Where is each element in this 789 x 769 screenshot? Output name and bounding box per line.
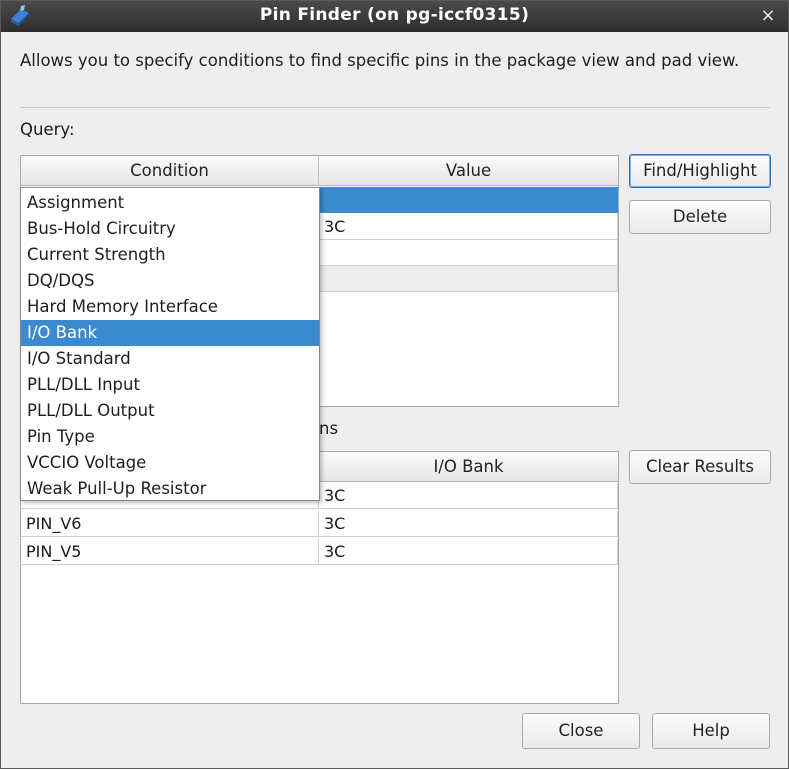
condition-dropdown-list[interactable]: Assignment Bus-Hold Circuitry Current St… xyxy=(20,187,320,501)
clear-results-button[interactable]: Clear Results xyxy=(629,450,771,484)
condition-column-header[interactable]: Condition xyxy=(21,156,319,186)
window-title: Pin Finder (on pg-iccf0315) xyxy=(259,5,530,25)
dropdown-option-bus-hold-circuitry[interactable]: Bus-Hold Circuitry xyxy=(21,216,319,242)
results-row-bank[interactable]: 3C xyxy=(319,539,618,565)
query-row-value[interactable] xyxy=(319,240,618,266)
dropdown-option-pin-type[interactable]: Pin Type xyxy=(21,424,319,450)
results-row-bank[interactable]: 3C xyxy=(319,511,618,537)
dropdown-option-pll-dll-input[interactable]: PLL/DLL Input xyxy=(21,372,319,398)
results-row-pin[interactable]: PIN_V5 xyxy=(21,539,319,565)
query-row-value[interactable] xyxy=(319,266,618,292)
dropdown-option-dq-dqs[interactable]: DQ/DQS xyxy=(21,268,319,294)
results-row-pin[interactable]: PIN_V6 xyxy=(21,511,319,537)
help-button[interactable]: Help xyxy=(652,713,770,749)
dropdown-option-io-bank[interactable]: I/O Bank xyxy=(21,320,319,346)
query-label: Query: xyxy=(20,120,75,139)
dropdown-option-assignment[interactable]: Assignment xyxy=(21,190,319,216)
close-button[interactable]: Close xyxy=(522,713,640,749)
dropdown-option-current-strength[interactable]: Current Strength xyxy=(21,242,319,268)
dropdown-option-vccio-voltage[interactable]: VCCIO Voltage xyxy=(21,450,319,476)
separator xyxy=(20,107,770,108)
io-bank-column-header[interactable]: I/O Bank xyxy=(319,452,618,482)
description-text: Allows you to specify conditions to find… xyxy=(20,51,740,70)
pin-finder-dialog: Pin Finder (on pg-iccf0315) × Allows you… xyxy=(0,0,789,769)
dropdown-option-pll-dll-output[interactable]: PLL/DLL Output xyxy=(21,398,319,424)
delete-button[interactable]: Delete xyxy=(629,200,771,234)
title-bar[interactable]: Pin Finder (on pg-iccf0315) × xyxy=(1,1,788,32)
close-icon[interactable]: × xyxy=(758,6,778,26)
find-highlight-button[interactable]: Find/Highlight xyxy=(629,154,771,188)
matching-pins-label: ns xyxy=(319,419,339,438)
dropdown-option-io-standard[interactable]: I/O Standard xyxy=(21,346,319,372)
dropdown-option-weak-pull-up-resistor[interactable]: Weak Pull-Up Resistor xyxy=(21,476,319,502)
value-column-header[interactable]: Value xyxy=(319,156,618,186)
dropdown-option-hard-memory-interface[interactable]: Hard Memory Interface xyxy=(21,294,319,320)
query-row-value[interactable]: 3C xyxy=(319,214,618,240)
results-row-bank[interactable]: 3C xyxy=(319,483,618,509)
